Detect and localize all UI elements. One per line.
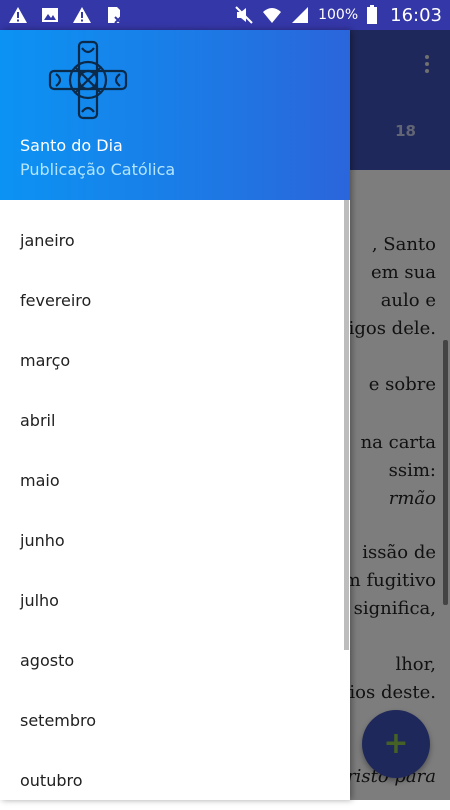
status-bar: 100% 16:03 bbox=[0, 0, 450, 30]
month-menu: janeiro fevereiro março abril maio junho… bbox=[0, 210, 350, 810]
menu-item-setembro[interactable]: setembro bbox=[0, 690, 350, 750]
warning-icon bbox=[9, 7, 27, 23]
menu-item-agosto[interactable]: agosto bbox=[0, 630, 350, 690]
image-icon bbox=[42, 8, 58, 22]
mute-icon bbox=[235, 6, 253, 24]
drawer-header: Santo do Dia Publicação Católica bbox=[0, 30, 350, 200]
menu-item-marco[interactable]: março bbox=[0, 330, 350, 390]
drawer-subtitle: Publicação Católica bbox=[20, 160, 176, 179]
navigation-drawer: Santo do Dia Publicação Católica janeiro… bbox=[0, 30, 350, 800]
menu-item-junho[interactable]: junho bbox=[0, 510, 350, 570]
menu-item-outubro[interactable]: outubro bbox=[0, 750, 350, 810]
sim-icon bbox=[108, 7, 122, 24]
warning-icon bbox=[73, 7, 91, 23]
drawer-title: Santo do Dia bbox=[20, 136, 123, 155]
menu-item-abril[interactable]: abril bbox=[0, 390, 350, 450]
menu-item-fevereiro[interactable]: fevereiro bbox=[0, 270, 350, 330]
menu-item-julho[interactable]: julho bbox=[0, 570, 350, 630]
wifi-icon bbox=[263, 8, 282, 23]
clock: 16:03 bbox=[390, 4, 442, 26]
battery-percent: 100% bbox=[318, 7, 359, 23]
drawer-scrollbar[interactable] bbox=[344, 200, 349, 650]
signal-icon bbox=[292, 7, 309, 23]
menu-item-maio[interactable]: maio bbox=[0, 450, 350, 510]
celtic-cross-icon bbox=[48, 40, 128, 120]
menu-item-janeiro[interactable]: janeiro bbox=[0, 210, 350, 270]
battery-icon bbox=[367, 5, 378, 24]
